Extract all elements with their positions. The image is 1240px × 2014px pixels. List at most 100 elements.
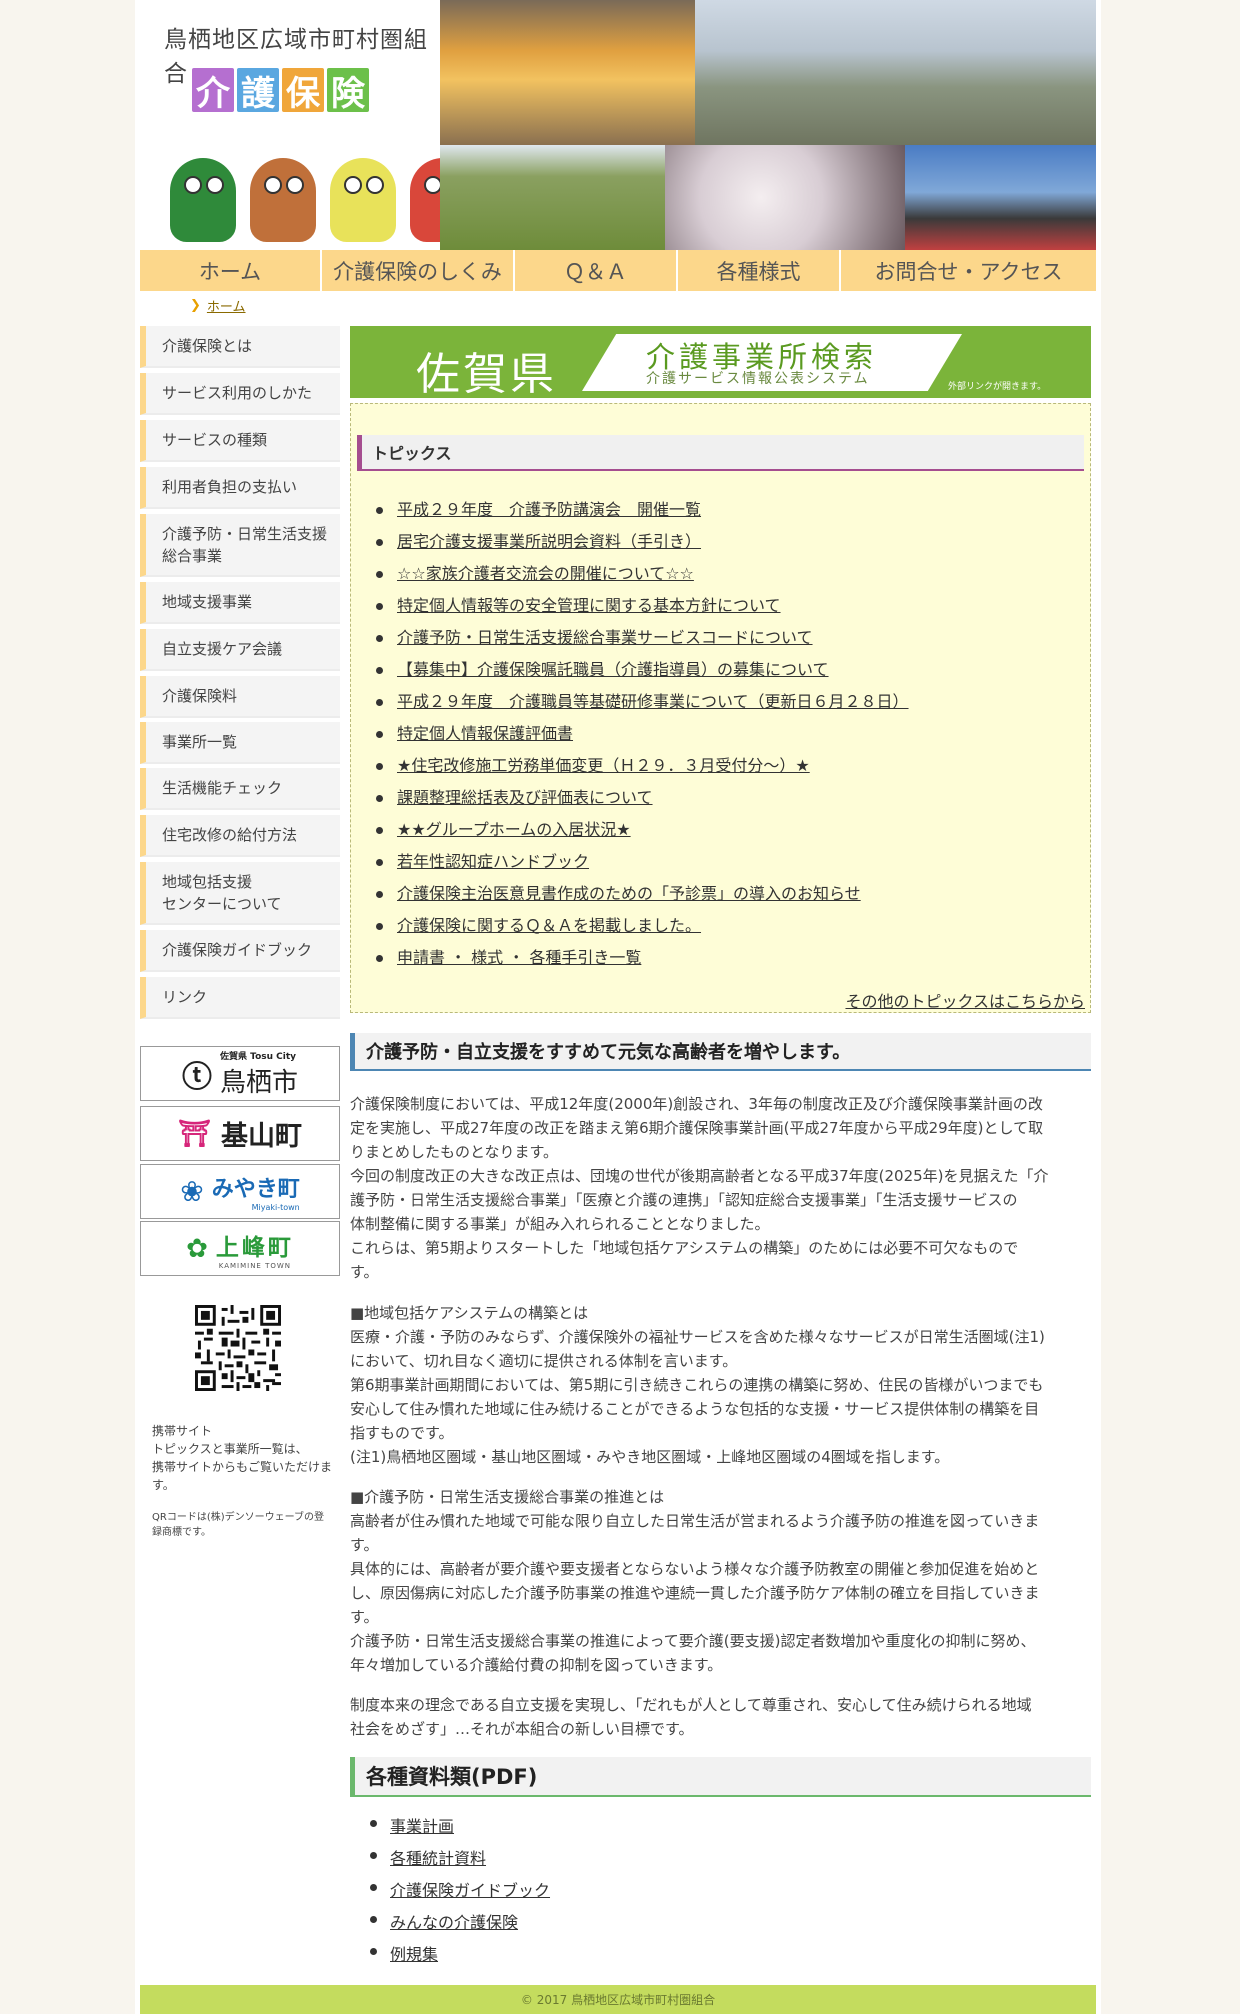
intro-paragraph: 介護保険制度においては、平成12年度(2000年)創設され、3年毎の制度改正及び… bbox=[350, 1092, 1091, 1284]
sidebar-item-links[interactable]: リンク bbox=[140, 977, 340, 1019]
topic-link[interactable]: 若年性認知症ハンドブック bbox=[397, 852, 589, 871]
pdf-link-regulations[interactable]: 例規集 bbox=[390, 1945, 438, 1964]
list-item: 課題整理総括表及び評価表について bbox=[375, 788, 909, 820]
text-line: 今回の制度改正の大きな改正点は、団塊の世代が後期高齢者となる平成37年度(202… bbox=[350, 1167, 1049, 1185]
kiyama-town-logo[interactable]: ⛩ 基山町 bbox=[140, 1106, 340, 1161]
topic-link[interactable]: ★住宅改修施工労務単価変更（Ｈ２９．３月受付分～）★ bbox=[397, 756, 810, 775]
topics-box: トピックス 平成２９年度 介護予防講演会 開催一覧 居宅介護支援事業所説明会資料… bbox=[350, 403, 1091, 1013]
topic-link[interactable]: ☆☆家族介護者交流会の開催について☆☆ bbox=[397, 564, 694, 583]
sidebar-item-service-types[interactable]: サービスの種類 bbox=[140, 420, 340, 462]
nav-forms[interactable]: 各種様式 bbox=[678, 250, 841, 291]
topic-link[interactable]: 居宅介護支援事業所説明会資料（手引き） bbox=[397, 532, 701, 551]
pdf-link-business-plan[interactable]: 事業計画 bbox=[390, 1817, 454, 1836]
sidebar-item-service-usage[interactable]: サービス利用のしかた bbox=[140, 373, 340, 415]
sidebar-item-home-renovation[interactable]: 住宅改修の給付方法 bbox=[140, 815, 340, 857]
pdf-list: 事業計画 各種統計資料 介護保険ガイドブック みんなの介護保険 例規集 bbox=[370, 1813, 550, 1973]
nav-kaigo-shikumi[interactable]: 介護保険のしくみ bbox=[322, 250, 515, 291]
text-line: (注1)鳥栖地区圏域・基山地区圏域・みやき地区圏域・上峰地区圏域の4圏域を指しま… bbox=[350, 1448, 950, 1466]
text-line: す。 bbox=[350, 1263, 379, 1281]
topic-link[interactable]: 介護保険に関するＱ＆Ａを掲載しました。 bbox=[397, 916, 701, 935]
list-item: ★住宅改修施工労務単価変更（Ｈ２９．３月受付分～）★ bbox=[375, 756, 909, 788]
topic-link[interactable]: 特定個人情報等の安全管理に関する基本方針について bbox=[397, 596, 781, 615]
topic-link[interactable]: 申請書 ・ 様式 ・ 各種手引き一覧 bbox=[397, 948, 641, 967]
list-item: ★★グループホームの入居状況★ bbox=[375, 820, 909, 852]
sidebar-item-support-center[interactable]: 地域包括支援 センターについて bbox=[140, 862, 340, 925]
topics-list: 平成２９年度 介護予防講演会 開催一覧 居宅介護支援事業所説明会資料（手引き） … bbox=[375, 500, 909, 980]
logo-char: 介 bbox=[192, 68, 234, 114]
city-name: みやき町 bbox=[211, 1177, 300, 1202]
tosu-city-logo[interactable]: ⓣ 佐賀県 Tosu City 鳥栖市 bbox=[140, 1046, 340, 1101]
nav-qa[interactable]: Ｑ＆Ａ bbox=[515, 250, 678, 291]
intro-heading: 介護予防・自立支援をすすめて元気な高齢者を増やします。 bbox=[350, 1033, 1091, 1071]
breadcrumb: ❯ ホーム bbox=[190, 296, 246, 315]
city-en-label: Miyaki-town bbox=[251, 1203, 300, 1212]
sidebar-item-premium[interactable]: 介護保険料 bbox=[140, 676, 340, 718]
sidebar-item-community-support[interactable]: 地域支援事業 bbox=[140, 582, 340, 624]
sunset-photo bbox=[440, 0, 695, 145]
city-en-label: Tosu City bbox=[250, 1051, 297, 1062]
kamimine-emblem-icon: ✿ bbox=[186, 1233, 208, 1264]
list-item: 例規集 bbox=[370, 1941, 550, 1973]
sidebar-item-about[interactable]: 介護保険とは bbox=[140, 326, 340, 368]
community-care-paragraph: ■地域包括ケアシステムの構築とは 医療・介護・予防のみならず、介護保険外の福祉サ… bbox=[350, 1301, 1091, 1469]
list-item: 【募集中】介護保険嘱託職員（介護指導員）の募集について bbox=[375, 660, 909, 692]
text-line: 体制整備に関する事業」が組み入れられることとなりました。 bbox=[350, 1215, 770, 1233]
kaigo-hoken-logo[interactable]: 介 護 保 険 bbox=[192, 68, 372, 114]
sidebar-item-general-support[interactable]: 介護予防・日常生活支援 総合事業 bbox=[140, 514, 340, 577]
sidebar-item-care-meeting[interactable]: 自立支援ケア会議 bbox=[140, 629, 340, 671]
list-item: 申請書 ・ 様式 ・ 各種手引き一覧 bbox=[375, 948, 909, 980]
sidebar-item-office-list[interactable]: 事業所一覧 bbox=[140, 722, 340, 764]
list-item: 介護予防・日常生活支援総合事業サービスコードについて bbox=[375, 628, 909, 660]
miyaki-town-logo[interactable]: ❀ みやき町 Miyaki-town bbox=[140, 1164, 340, 1219]
mascot-character-image bbox=[250, 158, 316, 242]
chevron-right-icon: ❯ bbox=[190, 298, 201, 313]
text-line: 安心して住み慣れた地域に住み続けることができるような包括的な支援・サービス提供体… bbox=[350, 1400, 1040, 1418]
pdf-link-statistics[interactable]: 各種統計資料 bbox=[390, 1849, 486, 1868]
mobile-site-note: 携帯サイト トピックスと事業所一覧は、 携帯サイトからもご覧いただけます。 bbox=[152, 1422, 332, 1494]
topic-link[interactable]: 課題整理総括表及び評価表について bbox=[397, 788, 653, 807]
sidebar-item-label: センターについて bbox=[162, 894, 282, 913]
topic-link[interactable]: ★★グループホームの入居状況★ bbox=[397, 820, 631, 839]
topic-link[interactable]: 平成２９年度 介護職員等基礎研修事業について（更新日６月２８日） bbox=[397, 692, 909, 711]
list-item: 特定個人情報等の安全管理に関する基本方針について bbox=[375, 596, 909, 628]
text-line: これらは、第5期よりスタートした「地域包括ケアシステムの構築」のためには必要不可… bbox=[350, 1239, 1019, 1257]
list-item: 平成２９年度 介護職員等基礎研修事業について（更新日６月２８日） bbox=[375, 692, 909, 724]
nav-contact-access[interactable]: お問合せ・アクセス bbox=[841, 250, 1096, 291]
list-item: 特定個人情報保護評価書 bbox=[375, 724, 909, 756]
topic-link[interactable]: 介護保険主治医意見書作成のための「予診票」の導入のお知らせ bbox=[397, 884, 861, 903]
logo-char: 険 bbox=[327, 68, 369, 114]
care-office-search-banner[interactable]: 佐賀県 介護事業所検索 介護サービス情報公表システム 外部リンクが開きます。 bbox=[350, 326, 1091, 398]
topic-link[interactable]: 特定個人情報保護評価書 bbox=[397, 724, 573, 743]
text-line: す。 bbox=[350, 1608, 379, 1626]
prevention-paragraph: ■介護予防・日常生活支援総合事業の推進とは 高齢者が住み慣れた地域で可能な限り自… bbox=[350, 1485, 1091, 1677]
text-line: 護予防・日常生活支援総合事業」「医療と介護の連携」「認知症総合支援事業」「生活支… bbox=[350, 1191, 1018, 1209]
list-item: みんなの介護保険 bbox=[370, 1909, 550, 1941]
pdf-link-minna[interactable]: みんなの介護保険 bbox=[390, 1913, 518, 1932]
tosu-emblem-icon: ⓣ bbox=[181, 1059, 212, 1095]
city-view-photo bbox=[695, 0, 1096, 145]
sidebar-item-guidebook[interactable]: 介護保険ガイドブック bbox=[140, 930, 340, 972]
topic-link[interactable]: 平成２９年度 介護予防講演会 開催一覧 bbox=[397, 500, 701, 519]
mascot-bird-image bbox=[170, 158, 236, 242]
pdf-link-guidebook[interactable]: 介護保険ガイドブック bbox=[390, 1881, 550, 1900]
topic-link[interactable]: 【募集中】介護保険嘱託職員（介護指導員）の募集について bbox=[397, 660, 829, 679]
topics-heading: トピックス bbox=[357, 435, 1084, 471]
mobile-note-line: 携帯サイトからもご覧いただけます。 bbox=[152, 1460, 333, 1492]
page: 鳥栖地区広域市町村圏組合 介 護 保 険 ホーム 介護保険のしくみ Ｑ＆Ａ 各種… bbox=[135, 0, 1101, 2014]
sidebar-item-payment[interactable]: 利用者負担の支払い bbox=[140, 467, 340, 509]
nav-home[interactable]: ホーム bbox=[140, 250, 322, 291]
breadcrumb-home-link[interactable]: ホーム bbox=[207, 296, 246, 315]
text-line: ■地域包括ケアシステムの構築とは bbox=[350, 1304, 589, 1322]
list-item: 介護保険に関するＱ＆Ａを掲載しました。 bbox=[375, 916, 909, 948]
header-title-area: 鳥栖地区広域市町村圏組合 介 護 保 険 bbox=[140, 0, 476, 250]
sidebar-item-label: 介護予防・日常生活支援 bbox=[162, 524, 328, 543]
sidebar-item-function-check[interactable]: 生活機能チェック bbox=[140, 768, 340, 810]
more-topics-link[interactable]: その他のトピックスはこちらから bbox=[845, 988, 1085, 1012]
kamimine-town-logo[interactable]: ✿ 上峰町 KAMIMINE TOWN bbox=[140, 1221, 340, 1276]
city-pref-label: 佐賀県 bbox=[219, 1051, 247, 1062]
topic-link[interactable]: 介護予防・日常生活支援総合事業サービスコードについて bbox=[397, 628, 813, 647]
kiyama-emblem-icon: ⛩ bbox=[177, 1118, 211, 1149]
list-item: 各種統計資料 bbox=[370, 1845, 550, 1877]
text-line: 介護保険制度においては、平成12年度(2000年)創設され、3年毎の制度改正及び… bbox=[350, 1095, 1043, 1113]
mascot-flower-image bbox=[330, 158, 396, 242]
